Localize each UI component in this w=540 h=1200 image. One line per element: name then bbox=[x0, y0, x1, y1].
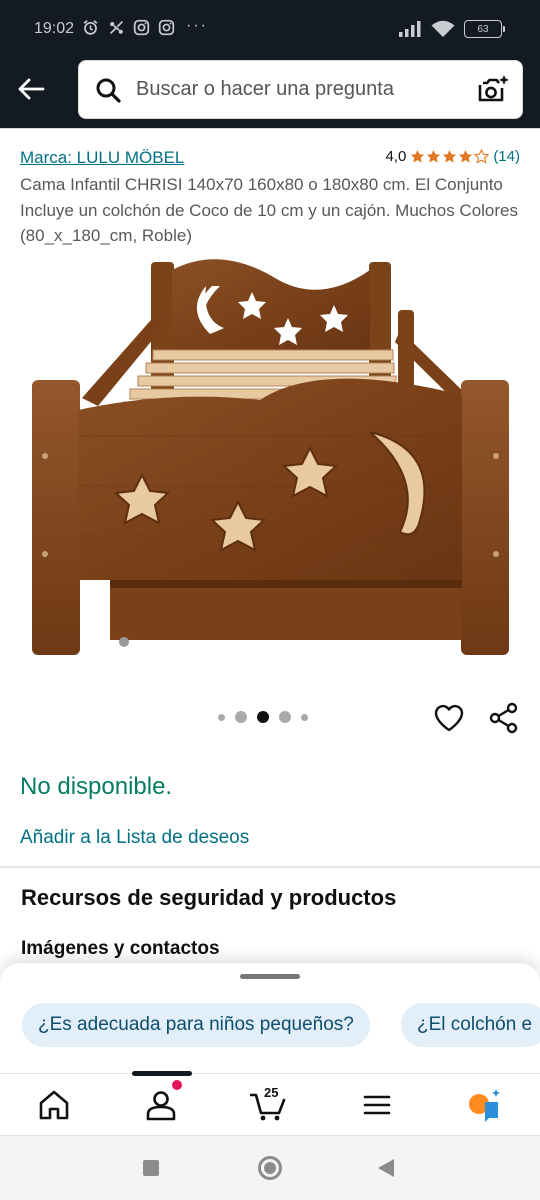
back-button[interactable] bbox=[12, 70, 50, 108]
add-to-wishlist-link[interactable]: Añadir a la Lista de deseos bbox=[20, 827, 249, 849]
alarm-icon bbox=[83, 20, 98, 35]
more-notifications-icon: ··· bbox=[186, 17, 208, 34]
status-time: 19:02 bbox=[34, 20, 75, 37]
back-arrow-icon bbox=[18, 78, 45, 100]
availability-status: No disponible. bbox=[20, 773, 173, 800]
product-image[interactable] bbox=[20, 250, 520, 670]
brand-link[interactable]: Marca: LULU MÖBEL bbox=[20, 148, 184, 168]
rating-count: (14) bbox=[493, 148, 520, 165]
search-input[interactable] bbox=[136, 61, 456, 118]
question-chip[interactable]: ¿Es adecuada para niños pequeños? bbox=[22, 1003, 370, 1047]
search-icon bbox=[96, 78, 121, 103]
star-empty-icon bbox=[474, 149, 490, 164]
product-title: Cama Infantil CHRISI 140x70 160x80 o 180… bbox=[20, 175, 518, 245]
carousel-dot-active[interactable] bbox=[257, 711, 269, 723]
battery-indicator: 63 bbox=[464, 20, 505, 38]
cart-count: 25 bbox=[264, 1085, 279, 1100]
camera-search-icon[interactable] bbox=[476, 74, 510, 106]
account-icon[interactable] bbox=[143, 1088, 179, 1122]
image-carousel-indicator[interactable] bbox=[218, 711, 308, 723]
sheet-drag-handle[interactable] bbox=[240, 974, 300, 979]
system-home-icon[interactable] bbox=[258, 1156, 282, 1180]
instagram-icon bbox=[133, 19, 150, 36]
heart-icon[interactable] bbox=[433, 702, 465, 734]
question-suggestions-sheet: ¿Es adecuada para niños pequeños? ¿El co… bbox=[0, 963, 540, 1073]
instagram-icon bbox=[158, 19, 175, 36]
network-activity-icon bbox=[109, 20, 124, 35]
question-chip[interactable]: ¿El colchón e bbox=[401, 1003, 540, 1047]
signal-icon bbox=[399, 21, 421, 37]
star-filled-icon bbox=[427, 149, 441, 163]
home-icon[interactable] bbox=[36, 1088, 72, 1122]
wifi-icon bbox=[431, 20, 455, 37]
safety-section-title: Recursos de seguridad y productos bbox=[21, 885, 397, 910]
system-back-icon[interactable] bbox=[378, 1159, 394, 1177]
carousel-dot[interactable] bbox=[218, 713, 225, 721]
images-contacts-heading: Imágenes y contactos bbox=[21, 938, 220, 959]
section-divider bbox=[0, 866, 540, 868]
star-filled-icon bbox=[411, 149, 425, 163]
carousel-dot[interactable] bbox=[301, 713, 308, 721]
rating-summary[interactable]: 4,0 (14) bbox=[385, 148, 520, 165]
share-icon[interactable] bbox=[488, 702, 520, 734]
status-bar: 19:02 ··· 63 bbox=[0, 0, 540, 58]
search-bar[interactable] bbox=[78, 60, 523, 119]
star-filled-icon bbox=[443, 149, 457, 163]
bottom-navigation: 25 bbox=[0, 1071, 540, 1135]
header-divider bbox=[0, 128, 540, 138]
battery-level: 63 bbox=[477, 23, 489, 35]
rufus-icon[interactable] bbox=[466, 1088, 502, 1122]
menu-icon[interactable] bbox=[359, 1088, 395, 1122]
notification-dot bbox=[172, 1080, 182, 1090]
star-filled-icon bbox=[459, 149, 473, 163]
rating-stars bbox=[410, 149, 490, 164]
active-tab-indicator bbox=[132, 1071, 192, 1076]
search-header bbox=[0, 58, 540, 128]
rating-value: 4,0 bbox=[385, 148, 407, 165]
recent-apps-icon[interactable] bbox=[143, 1160, 159, 1176]
carousel-dot[interactable] bbox=[235, 711, 247, 723]
carousel-dot[interactable] bbox=[279, 711, 291, 723]
system-navigation-bar bbox=[0, 1135, 540, 1200]
